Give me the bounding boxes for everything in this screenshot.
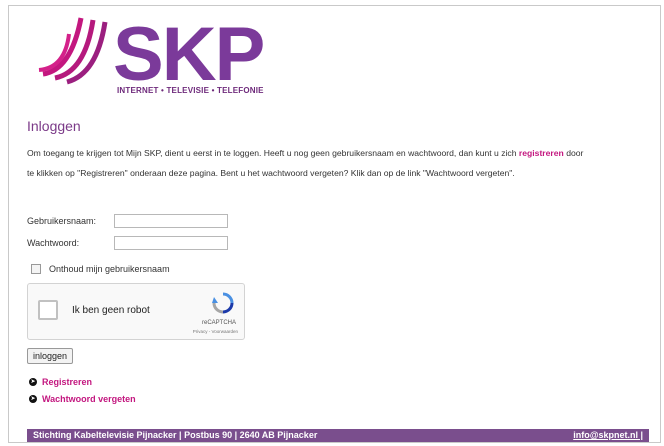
- logo-text: SKP: [113, 12, 264, 90]
- username-input[interactable]: [114, 214, 228, 228]
- recaptcha-label: Ik ben geen robot: [72, 305, 150, 316]
- password-label: Wachtwoord:: [27, 238, 80, 248]
- register-link-label: Registreren: [42, 377, 93, 387]
- intro-text-part1: Om toegang te krijgen tot Mijn SKP, dien…: [27, 148, 517, 158]
- password-input[interactable]: [114, 236, 228, 250]
- intro-text: Om toegang te krijgen tot Mijn SKP, dien…: [27, 143, 587, 183]
- recaptcha-brand: reCAPTCHA: [201, 320, 236, 326]
- recaptcha-checkbox[interactable]: [38, 300, 58, 320]
- footer-address: Stichting Kabeltelevisie Pijnacker | Pos…: [33, 430, 318, 440]
- forgot-password-link[interactable]: ➤ Wachtwoord vergeten: [29, 394, 136, 404]
- username-label: Gebruikersnaam:: [27, 216, 97, 226]
- logo-graphic: SKP: [38, 12, 266, 97]
- arrow-right-icon: ➤: [29, 378, 37, 386]
- recaptcha-icon: [212, 292, 234, 314]
- recaptcha-widget: Ik ben geen robot reCAPTCHA Privacy - Vo…: [27, 283, 245, 340]
- register-inline-link[interactable]: registreren: [519, 148, 564, 158]
- footer-email-link[interactable]: info@skpnet.nl |: [573, 429, 643, 442]
- arrow-right-icon: ➤: [29, 395, 37, 403]
- forgot-password-link-label: Wachtwoord vergeten: [42, 394, 136, 404]
- page-frame: SKP INTERNET • TELEVISIE • TELEFONIE Inl…: [8, 5, 661, 443]
- remember-label: Onthoud mijn gebruikersnaam: [49, 264, 170, 274]
- skp-logo: SKP INTERNET • TELEVISIE • TELEFONIE: [35, 10, 275, 110]
- page-title: Inloggen: [27, 118, 81, 134]
- register-link[interactable]: ➤ Registreren: [29, 377, 92, 387]
- remember-username[interactable]: Onthoud mijn gebruikersnaam: [31, 264, 170, 274]
- login-button[interactable]: inloggen: [27, 348, 73, 364]
- recaptcha-privacy[interactable]: Privacy - Voorwaarden: [193, 329, 238, 334]
- logo-tagline: INTERNET • TELEVISIE • TELEFONIE: [117, 86, 264, 95]
- remember-checkbox[interactable]: [31, 264, 41, 274]
- footer-bar: Stichting Kabeltelevisie Pijnacker | Pos…: [27, 429, 649, 442]
